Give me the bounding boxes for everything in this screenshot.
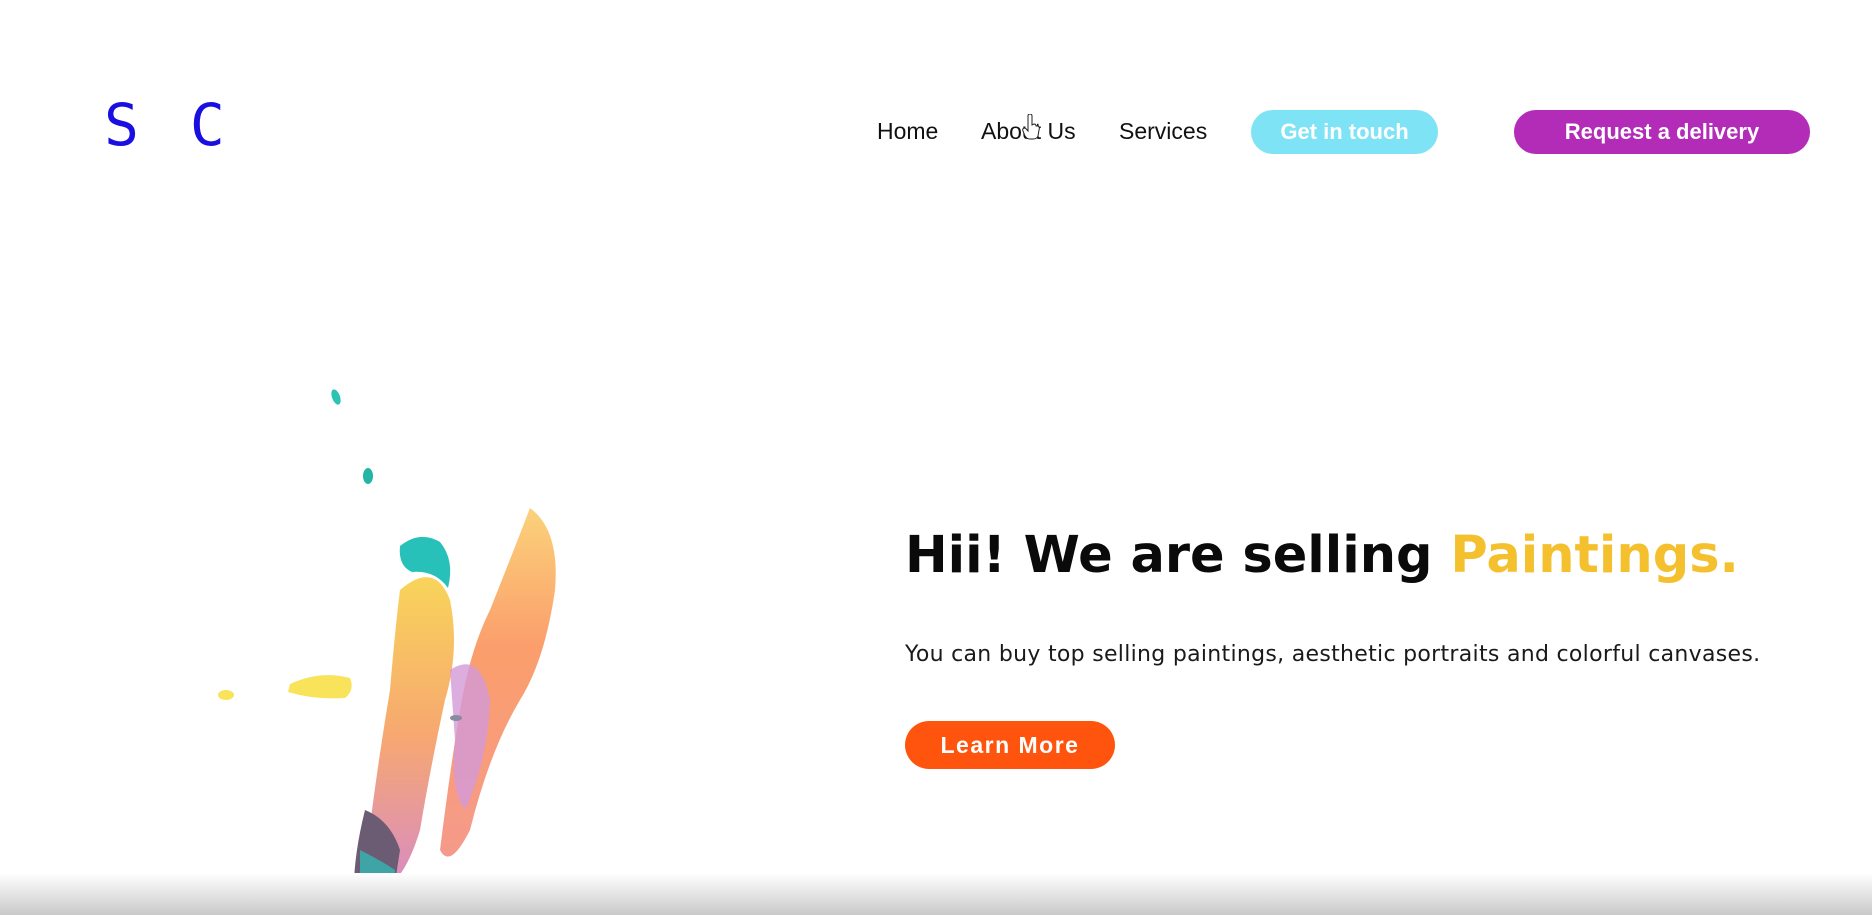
hero-title: Hii! We are selling Paintings. bbox=[905, 526, 1739, 585]
paint-drop bbox=[450, 715, 462, 721]
violet-paint-stroke bbox=[450, 664, 490, 810]
paint-brush-illustration bbox=[218, 389, 556, 915]
request-delivery-button[interactable]: Request a delivery bbox=[1514, 110, 1810, 154]
nav-home[interactable]: Home bbox=[877, 118, 938, 145]
hero-title-accent: Paintings. bbox=[1450, 526, 1739, 585]
main-nav: Home About Us Services Get in touch Requ… bbox=[0, 110, 1872, 156]
paint-drop bbox=[218, 690, 234, 700]
hand-pointer-icon bbox=[1022, 114, 1040, 140]
get-in-touch-button[interactable]: Get in touch bbox=[1251, 110, 1438, 154]
hero-title-main: Hii! We are selling bbox=[905, 526, 1451, 585]
paint-drop bbox=[363, 468, 373, 484]
hero-subtitle: You can buy top selling paintings, aesth… bbox=[905, 642, 1761, 667]
paint-drop bbox=[331, 389, 341, 405]
page: S C Home About Us Services Get in touch … bbox=[0, 0, 1872, 915]
paint-splash bbox=[288, 675, 352, 699]
nav-services[interactable]: Services bbox=[1119, 118, 1207, 145]
bottom-fade bbox=[0, 873, 1872, 915]
learn-more-button[interactable]: Learn More bbox=[905, 721, 1115, 769]
